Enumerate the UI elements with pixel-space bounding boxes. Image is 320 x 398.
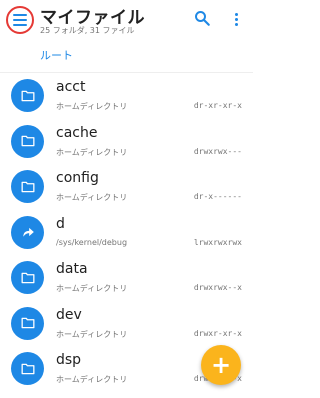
file-name: data: [56, 261, 88, 277]
more-vert-icon: [234, 12, 238, 16]
file-description: ホームディレクトリ: [56, 102, 128, 111]
file-description: ホームディレクトリ: [56, 193, 128, 202]
file-name: config: [56, 170, 99, 186]
plus-icon: +: [210, 351, 232, 379]
file-permissions: drwxrwx--x: [193, 283, 242, 292]
app-bar: マイファイル 25 フォルダ, 31 ファイル ルート: [0, 0, 253, 72]
folder-icon[interactable]: [11, 352, 44, 385]
file-permissions: drwxr-xr-x: [193, 328, 242, 338]
file-description: ホームディレクトリ: [56, 147, 128, 157]
file-row[interactable]: dev ホームディレクトリ drwxr-xr-x: [0, 300, 253, 346]
file-permissions: dr-xr-xr-x: [193, 101, 242, 110]
file-permissions: dr-x------: [193, 192, 242, 201]
file-description: ホームディレクトリ: [56, 284, 128, 293]
menu-button[interactable]: [6, 6, 34, 34]
file-description: ホームディレクトリ: [56, 375, 128, 384]
file-row[interactable]: d/sys/kernel/debug lrwxrwxrwx: [0, 209, 253, 255]
file-name: d: [56, 215, 65, 232]
file-row[interactable]: config ホームディレクトリ dr-x------: [0, 163, 253, 209]
file-name: dev: [56, 306, 82, 323]
search-button[interactable]: [193, 9, 211, 27]
folder-icon[interactable]: [11, 170, 44, 203]
breadcrumb-root[interactable]: ルート: [40, 47, 73, 63]
file-name: dsp: [56, 352, 82, 368]
file-permissions: lrwxrwxrwx: [193, 237, 242, 247]
file-description: /sys/kernel/debug: [56, 237, 128, 247]
file-permissions: drwxrwx---: [193, 146, 242, 156]
file-name: cache: [56, 124, 98, 141]
add-button[interactable]: +: [201, 345, 241, 385]
menu-icon: [13, 14, 27, 16]
folder-icon[interactable]: [11, 124, 44, 158]
file-row[interactable]: cache ホームディレクトリ drwxrwx---: [0, 118, 253, 164]
folder-icon[interactable]: [11, 306, 44, 340]
file-description: ホームディレクトリ: [56, 329, 128, 339]
search-icon: [195, 11, 210, 26]
folder-file-count: 25 フォルダ, 31 ファイル: [40, 26, 135, 35]
file-name: acct: [56, 79, 86, 95]
folder-icon[interactable]: [11, 261, 44, 294]
file-row[interactable]: data ホームディレクトリ drwxrwx--x: [0, 254, 253, 300]
file-row[interactable]: acct ホームディレクトリ dr-xr-xr-x: [0, 72, 253, 118]
symlink-icon[interactable]: [11, 215, 44, 249]
folder-icon[interactable]: [11, 79, 44, 112]
more-options-button[interactable]: [229, 10, 243, 28]
file-list: acct ホームディレクトリ dr-xr-xr-x cache ホームディレクトリ drw…: [0, 72, 253, 391]
